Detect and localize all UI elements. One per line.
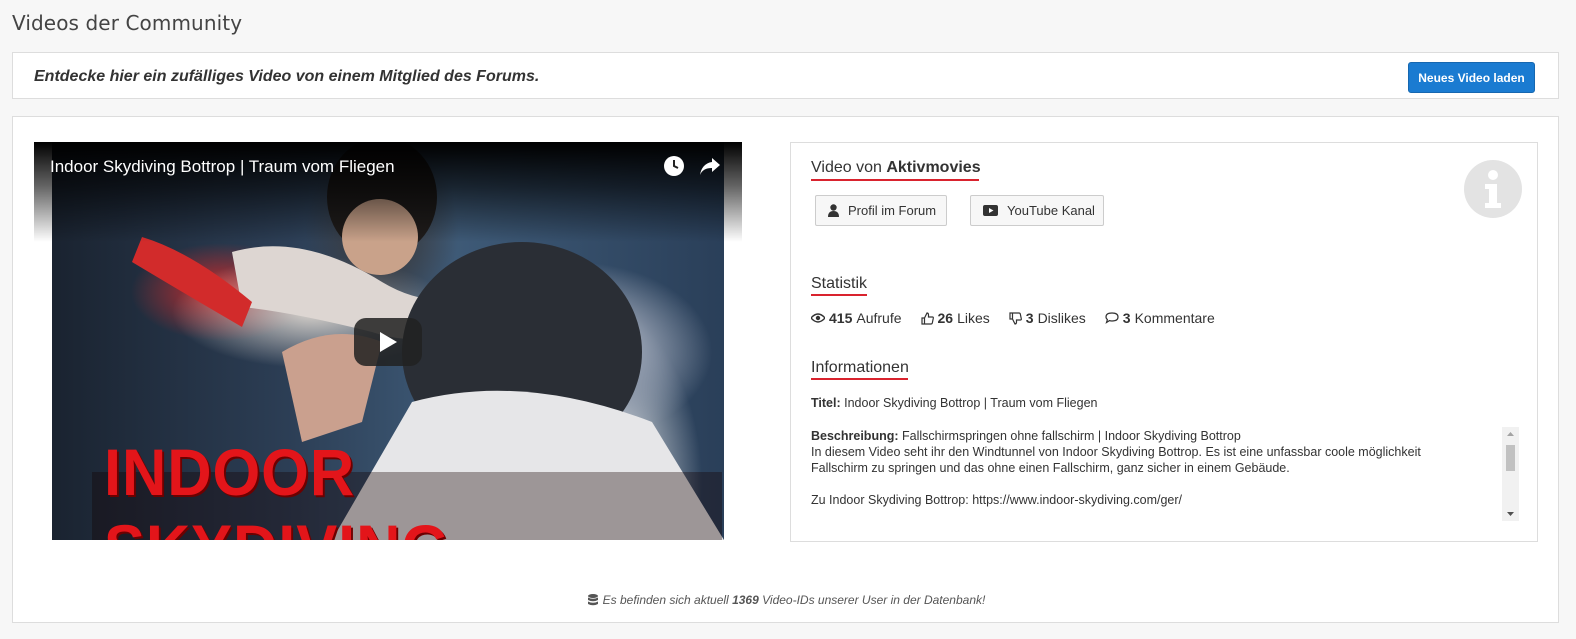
- description-area[interactable]: Beschreibung: Fallschirmspringen ohne fa…: [811, 428, 1501, 520]
- stats-row: 415 Aufrufe 26 Likes 3 Dislikes 3 Kommen…: [811, 310, 1234, 326]
- dislikes-value: 3: [1025, 310, 1034, 326]
- stats-underline: [811, 294, 867, 296]
- stat-views: 415 Aufrufe: [811, 310, 902, 326]
- page-title: Videos der Community: [12, 11, 243, 35]
- stat-comments: 3 Kommentare: [1105, 310, 1215, 326]
- desc-line2: In diesem Video seht ihr den Windtunnel …: [811, 445, 1421, 459]
- desc-label: Beschreibung:: [811, 429, 899, 443]
- comment-icon: [1105, 312, 1119, 324]
- play-icon: [380, 332, 397, 352]
- description-scrollbar[interactable]: [1502, 427, 1519, 521]
- youtube-button[interactable]: YouTube Kanal: [970, 195, 1104, 226]
- info-icon: [1464, 160, 1522, 218]
- thumbs-down-icon: [1009, 311, 1022, 325]
- comments-label: Kommentare: [1134, 310, 1215, 326]
- youtube-icon: [983, 205, 998, 216]
- uploader-name[interactable]: Aktivmovies: [886, 159, 980, 176]
- watch-later-icon[interactable]: [662, 154, 686, 178]
- new-video-button[interactable]: Neues Video laden: [1408, 62, 1535, 93]
- footer-note: Es befinden sich aktuell 1369 Video-IDs …: [13, 593, 1560, 607]
- desc-line3: Fallschirm zu springen und das ohne eine…: [811, 461, 1290, 475]
- stat-likes: 26 Likes: [920, 310, 990, 326]
- eye-icon: [811, 313, 825, 323]
- title-label: Titel:: [811, 396, 841, 410]
- uploader-underline: [811, 179, 979, 181]
- title-value: Indoor Skydiving Bottrop | Traum vom Fli…: [844, 396, 1098, 410]
- stats-heading: Statistik: [811, 275, 868, 292]
- video-player[interactable]: Indoor Skydiving Bottrop | Traum vom Fli…: [34, 142, 742, 540]
- user-icon: [828, 204, 839, 217]
- video-title[interactable]: Indoor Skydiving Bottrop | Traum vom Fli…: [50, 157, 395, 177]
- info-underline: [811, 378, 908, 380]
- comments-value: 3: [1122, 310, 1131, 326]
- desc-spacer: [811, 476, 1501, 492]
- stat-dislikes: 3 Dislikes: [1009, 310, 1086, 326]
- caret-up-icon: [1507, 432, 1514, 436]
- info-panel: Video von Aktivmovies Profil im Forum Yo…: [790, 142, 1538, 542]
- uploader-prefix: Video von: [811, 159, 882, 176]
- profile-button-label: Profil im Forum: [848, 203, 937, 218]
- footer-prefix: Es befinden sich aktuell: [602, 593, 729, 607]
- thumbs-up-icon: [920, 311, 934, 325]
- views-value: 415: [829, 310, 853, 326]
- desc-line4: Zu Indoor Skydiving Bottrop: https://www…: [811, 493, 1182, 507]
- dislikes-label: Dislikes: [1037, 310, 1086, 326]
- database-icon: [587, 594, 598, 606]
- youtube-button-label: YouTube Kanal: [1007, 203, 1095, 218]
- caret-down-icon: [1507, 512, 1514, 516]
- profile-button[interactable]: Profil im Forum: [815, 195, 947, 226]
- likes-value: 26: [937, 310, 954, 326]
- info-heading: Informationen: [811, 359, 909, 376]
- scroll-down-arrow[interactable]: [1502, 507, 1519, 521]
- thumbnail-overlay-text: INDOOR SKYDIVING: [104, 435, 449, 540]
- likes-label: Likes: [957, 310, 990, 326]
- footer-count: 1369: [732, 593, 759, 607]
- scroll-thumb[interactable]: [1506, 445, 1515, 471]
- footer-suffix: Video-IDs unserer User in der Datenbank!: [762, 593, 986, 607]
- intro-text: Entdecke hier ein zufälliges Video von e…: [34, 68, 540, 85]
- title-line: Titel: Indoor Skydiving Bottrop | Traum …: [811, 395, 1098, 411]
- play-button[interactable]: [354, 318, 422, 366]
- scroll-up-arrow[interactable]: [1502, 427, 1519, 441]
- main-box: Indoor Skydiving Bottrop | Traum vom Fli…: [12, 116, 1559, 623]
- uploader-heading: Video von Aktivmovies: [811, 159, 981, 177]
- desc-line1: Fallschirmspringen ohne fallschirm | Ind…: [902, 429, 1241, 443]
- share-icon[interactable]: [698, 154, 722, 178]
- desc-first-line: Beschreibung: Fallschirmspringen ohne fa…: [811, 428, 1501, 444]
- views-label: Aufrufe: [856, 310, 902, 326]
- intro-box: Entdecke hier ein zufälliges Video von e…: [12, 52, 1559, 99]
